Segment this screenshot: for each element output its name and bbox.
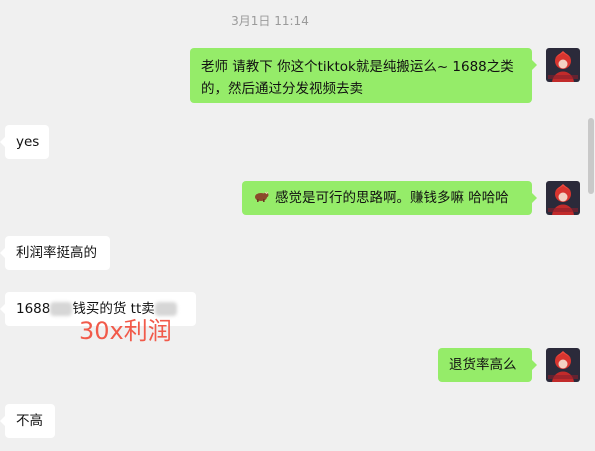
redacted-blur bbox=[50, 302, 73, 316]
message-text: 不高 bbox=[16, 413, 43, 429]
chat-bubble-incoming[interactable]: 利润率挺高的 bbox=[0, 236, 110, 270]
message-text-part: 钱买的货 tt卖 bbox=[72, 301, 155, 317]
avatar-self-image bbox=[546, 181, 580, 215]
message-text: 退货率高么 bbox=[449, 357, 517, 373]
avatar-self[interactable] bbox=[546, 181, 580, 215]
overlay-annotation: 30x利润 bbox=[79, 317, 172, 345]
message-text: yes bbox=[16, 134, 40, 150]
chat-window: 3月1日 11:14 老师 请教下 你这个tiktok就是纯搬运么~ 1688之… bbox=[0, 0, 595, 451]
chat-bubble-outgoing[interactable]: 老师 请教下 你这个tiktok就是纯搬运么~ 1688之类的，然后通过分发视频… bbox=[190, 48, 537, 103]
avatar-self-image bbox=[546, 48, 580, 82]
redacted-blur bbox=[154, 302, 177, 316]
message-timestamp: 3月1日 11:14 bbox=[231, 14, 309, 28]
chat-bubble-outgoing[interactable]: 感觉是可行的思路啊。赚钱多嘛 哈哈哈 bbox=[242, 181, 537, 215]
chat-bubble-outgoing[interactable]: 退货率高么 bbox=[438, 348, 537, 382]
scrollbar-thumb[interactable] bbox=[588, 118, 594, 194]
message-text: 老师 请教下 你这个tiktok就是纯搬运么~ 1688之类的，然后通过分发视频… bbox=[201, 59, 514, 97]
message-text-part: 1688 bbox=[16, 301, 51, 317]
avatar-self[interactable] bbox=[546, 348, 580, 382]
chat-bubble-incoming[interactable]: yes bbox=[0, 125, 49, 159]
bull-emoji-icon bbox=[253, 181, 269, 215]
message-text: 利润率挺高的 bbox=[16, 245, 97, 261]
chat-bubble-incoming[interactable]: 不高 bbox=[0, 404, 55, 438]
message-text: 感觉是可行的思路啊。赚钱多嘛 哈哈哈 bbox=[275, 190, 509, 206]
avatar-self[interactable] bbox=[546, 48, 580, 82]
avatar-self-image bbox=[546, 348, 580, 382]
